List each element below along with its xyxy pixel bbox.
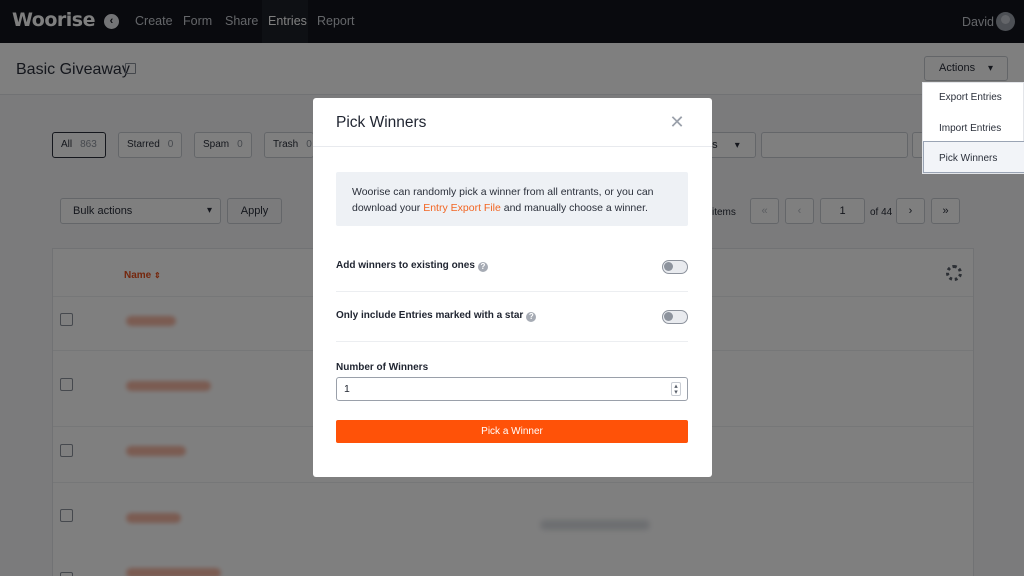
option-starred-only-label: Only include Entries marked with a star?	[336, 310, 537, 322]
option-label-text: Add winners to existing ones	[336, 260, 475, 271]
menu-item-export-entries[interactable]: Export Entries	[939, 92, 1002, 103]
modal-title: Pick Winners	[336, 114, 427, 131]
pick-winners-dialog: Pick Winners ✕ Woorise can randomly pick…	[313, 98, 712, 477]
starred-only-toggle[interactable]	[662, 310, 688, 324]
pick-a-winner-button[interactable]: Pick a Winner	[336, 420, 688, 443]
option-starred-only-row: Only include Entries marked with a star?	[336, 292, 688, 342]
help-icon[interactable]: ?	[477, 262, 488, 272]
number-of-winners-label: Number of Winners	[336, 362, 429, 373]
option-label-text: Only include Entries marked with a star	[336, 310, 524, 321]
actions-menu: Export Entries Import Entries Pick Winne…	[922, 82, 1024, 174]
quantity-stepper[interactable]: ▴ ▾	[671, 382, 681, 396]
info-box: Woorise can randomly pick a winner from …	[336, 172, 688, 226]
add-existing-toggle[interactable]	[662, 260, 688, 274]
modal-header: Pick Winners ✕	[313, 98, 712, 147]
close-icon[interactable]: ✕	[669, 113, 685, 131]
info-text-end: and manually choose a winner.	[500, 202, 648, 214]
menu-item-import-entries[interactable]: Import Entries	[939, 123, 1001, 134]
help-icon[interactable]: ?	[526, 312, 537, 322]
entry-export-file-link[interactable]: Entry Export File	[423, 202, 501, 214]
option-add-existing-row: Add winners to existing ones?	[336, 242, 688, 292]
option-add-existing-label: Add winners to existing ones?	[336, 260, 488, 272]
number-of-winners-value: 1	[344, 383, 350, 395]
menu-item-pick-winners[interactable]: Pick Winners	[939, 153, 997, 164]
number-of-winners-input[interactable]: 1 ▴ ▾	[336, 377, 688, 401]
